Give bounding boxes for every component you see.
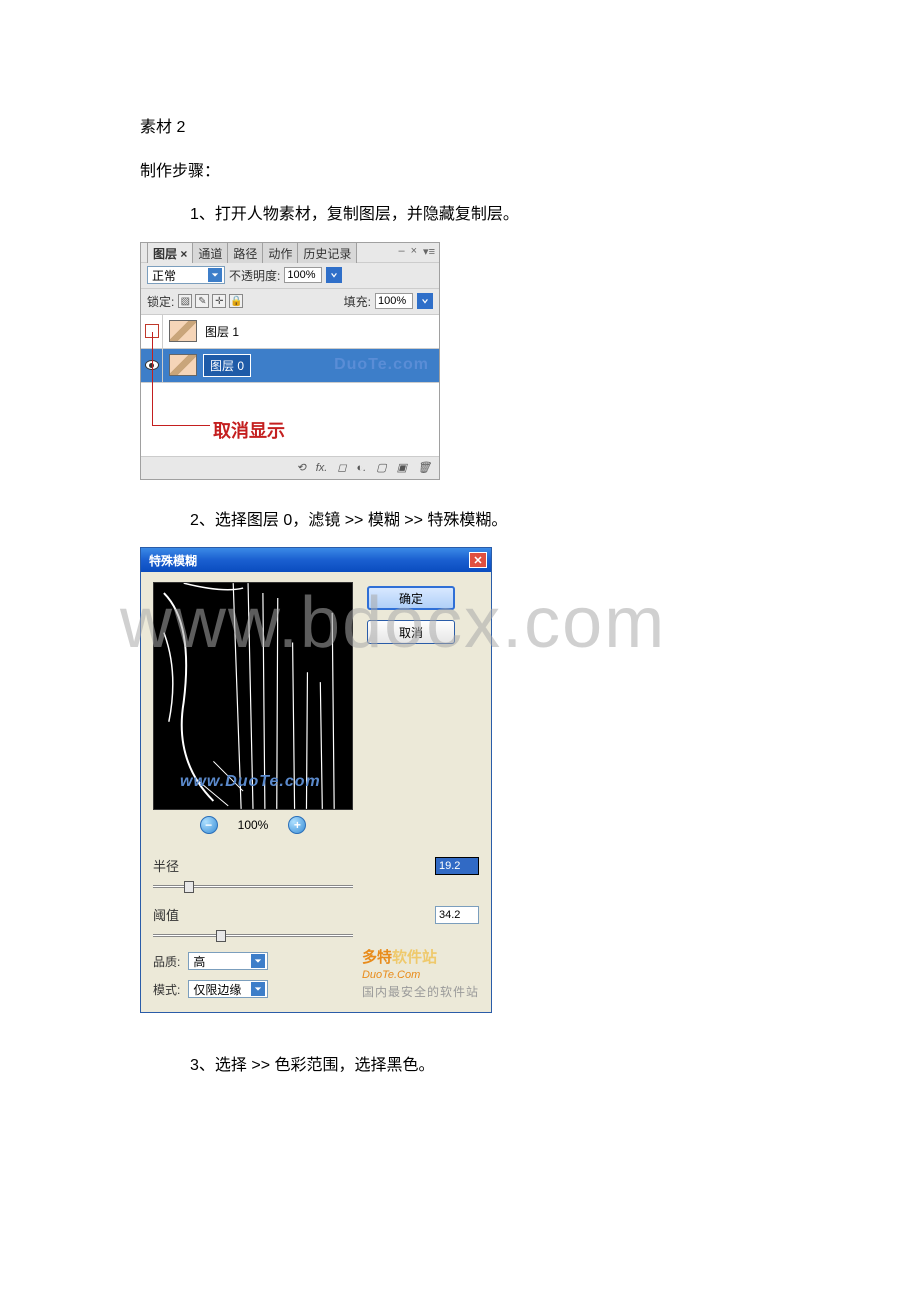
panel-watermark: DuoTe.com <box>334 356 429 374</box>
quality-select[interactable]: 高 <box>188 952 268 970</box>
close-icon[interactable]: ✕ <box>469 552 487 568</box>
zoom-in-button[interactable]: + <box>288 816 306 834</box>
annotation-label: 取消显示 <box>213 417 285 443</box>
annotation-line <box>152 332 210 426</box>
dialog-titlebar: 特殊模糊 ✕ <box>141 548 491 572</box>
panel-footer: ⟲ fx. ◻ ◐. ▢ ▣ 🗑 <box>141 457 439 479</box>
dt-text: 国内最安全的软件站 <box>362 984 479 1001</box>
document-content: 素材 2 制作步骤： 1、打开人物素材，复制图层，并隐藏复制层。 图层 × 通道… <box>0 0 920 1079</box>
zoom-value: 100% <box>238 818 269 832</box>
fill-label: 填充: <box>344 293 371 310</box>
duote-watermark: 多特软件站 DuoTe.Com 国内最安全的软件站 <box>362 947 479 1000</box>
lock-fill-row: 锁定: ▧ ✎ ✛ 🔒 填充: 100% <box>141 289 439 315</box>
tab-channels[interactable]: 通道 <box>192 242 228 263</box>
dt-text: 软件站 <box>392 949 437 966</box>
chevron-down-icon <box>208 268 222 282</box>
tab-label: 图层 <box>153 247 177 261</box>
material-heading: 素材 2 <box>140 115 780 141</box>
threshold-row: 阈值 34.2 <box>153 905 479 924</box>
step-2: 2、选择图层 0，滤镜 >> 模糊 >> 特殊模糊。 <box>140 508 780 534</box>
lock-pixels-icon[interactable]: ✎ <box>195 294 209 308</box>
dialog-title: 特殊模糊 <box>149 552 197 569</box>
minimize-icon[interactable]: – <box>398 245 404 258</box>
radius-input[interactable]: 19.2 <box>435 857 479 875</box>
new-layer-icon[interactable]: ▣ <box>397 461 407 474</box>
layer-list: 图层 1 图层 0 DuoTe.com 取消显示 <box>141 315 439 457</box>
radius-label: 半径 <box>153 856 179 875</box>
blend-mode-value: 正常 <box>152 267 176 284</box>
opacity-value[interactable]: 100% <box>284 267 322 283</box>
mode-select[interactable]: 仅限边缘 <box>188 980 268 998</box>
panel-tabs: 图层 × 通道 路径 动作 历史记录 – × ▾≡ <box>141 243 439 263</box>
blend-opacity-row: 正常 不透明度: 100% <box>141 263 439 289</box>
slider-thumb[interactable] <box>216 930 226 942</box>
link-icon[interactable]: ⟲ <box>297 461 306 474</box>
steps-heading: 制作步骤： <box>140 159 780 185</box>
lock-label: 锁定: <box>147 293 174 310</box>
step-1: 1、打开人物素材，复制图层，并隐藏复制层。 <box>140 202 780 228</box>
threshold-input[interactable]: 34.2 <box>435 906 479 924</box>
threshold-label: 阈值 <box>153 905 179 924</box>
layer-name: 图层 0 <box>203 354 251 377</box>
tab-paths[interactable]: 路径 <box>227 242 263 263</box>
tab-layers[interactable]: 图层 × <box>147 242 193 263</box>
dt-text: 多特 <box>362 949 392 966</box>
lock-all-icon[interactable]: 🔒 <box>229 294 243 308</box>
radius-row: 半径 19.2 <box>153 856 479 875</box>
smart-blur-dialog: 特殊模糊 ✕ www.DuoTe.com <box>140 547 492 1013</box>
chevron-down-icon <box>251 954 265 968</box>
threshold-slider[interactable] <box>153 928 353 942</box>
fill-arrow-button[interactable] <box>417 293 433 309</box>
zoom-controls: − 100% + <box>153 816 353 834</box>
mode-value: 仅限边缘 <box>193 981 241 998</box>
adjustment-icon[interactable]: ◐. <box>357 462 367 474</box>
radius-slider[interactable] <box>153 879 353 893</box>
close-icon[interactable]: × <box>411 245 417 258</box>
layer-empty-area: 取消显示 <box>141 383 439 457</box>
tab-history[interactable]: 历史记录 <box>297 242 357 263</box>
chevron-down-icon <box>251 982 265 996</box>
zoom-out-button[interactable]: − <box>200 816 218 834</box>
quality-label: 品质: <box>153 953 180 970</box>
mask-icon[interactable]: ◻ <box>337 461 346 474</box>
opacity-label: 不透明度: <box>229 267 280 284</box>
menu-icon[interactable]: ▾≡ <box>423 245 435 258</box>
cancel-button[interactable]: 取消 <box>367 620 455 644</box>
blend-mode-select[interactable]: 正常 <box>147 266 225 284</box>
ok-button[interactable]: 确定 <box>367 586 455 610</box>
layers-panel: 图层 × 通道 路径 动作 历史记录 – × ▾≡ 正常 不透明度: 100% <box>140 242 440 480</box>
lock-icons: ▧ ✎ ✛ 🔒 <box>178 294 243 308</box>
tab-actions[interactable]: 动作 <box>262 242 298 263</box>
folder-icon[interactable]: ▢ <box>376 461 386 474</box>
quality-value: 高 <box>193 953 205 970</box>
preview-image: www.DuoTe.com <box>153 582 353 810</box>
preview-watermark: www.DuoTe.com <box>180 773 321 791</box>
dt-text: DuoTe.Com <box>362 968 479 983</box>
lock-position-icon[interactable]: ✛ <box>212 294 226 308</box>
mode-label: 模式: <box>153 981 180 998</box>
step-3: 3、选择 >> 色彩范围，选择黑色。 <box>140 1053 780 1079</box>
fill-value[interactable]: 100% <box>375 293 413 309</box>
opacity-arrow-button[interactable] <box>326 267 342 283</box>
trash-icon[interactable]: 🗑 <box>417 461 431 474</box>
lock-transparency-icon[interactable]: ▧ <box>178 294 192 308</box>
fx-icon[interactable]: fx. <box>316 462 328 474</box>
slider-thumb[interactable] <box>184 881 194 893</box>
